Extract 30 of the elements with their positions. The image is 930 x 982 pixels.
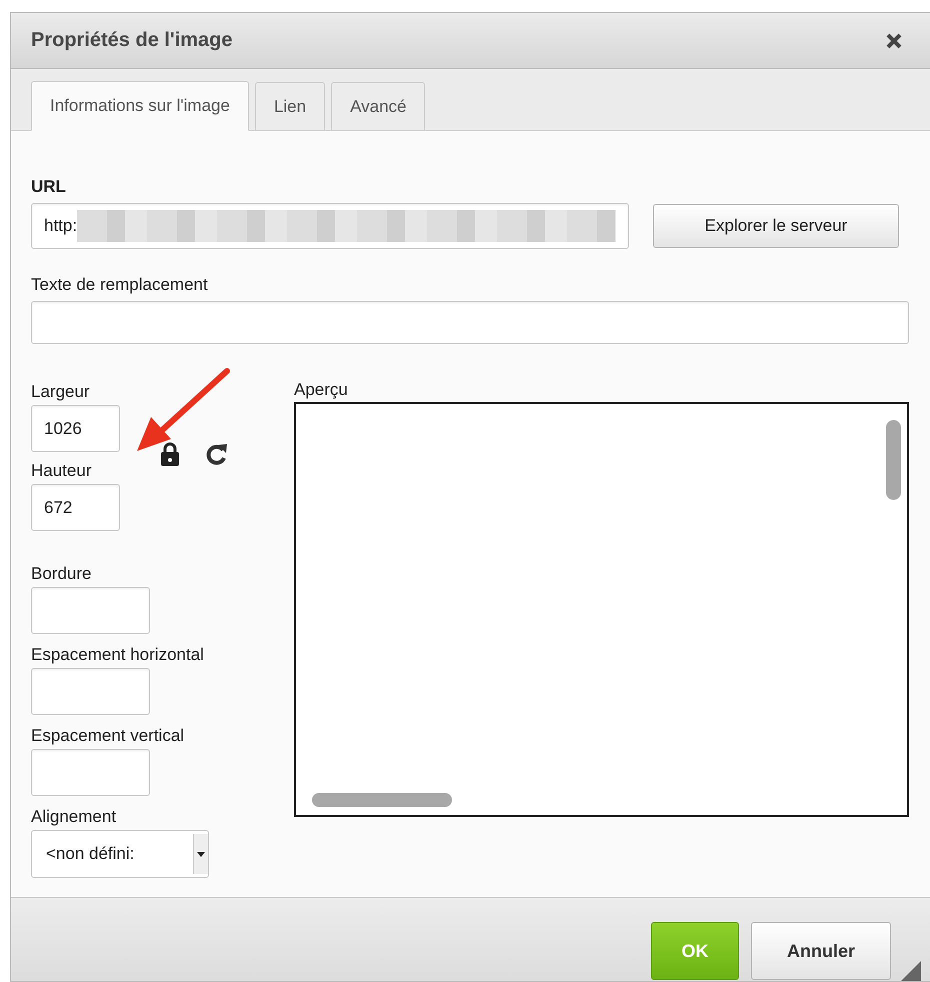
input-field[interactable]: 1026 bbox=[31, 405, 120, 452]
caret-icon[interactable] bbox=[193, 834, 208, 874]
input-field[interactable] bbox=[31, 749, 150, 796]
field-label: Texte de remplacement bbox=[31, 275, 209, 295]
preview-label: Aperçu bbox=[294, 380, 349, 400]
field-label: Espacement vertical bbox=[31, 726, 186, 746]
tab[interactable]: Avancé bbox=[331, 82, 426, 130]
scrollbar-thumb[interactable] bbox=[312, 793, 452, 807]
field-label: Hauteur bbox=[31, 461, 92, 481]
tab[interactable]: Lien bbox=[254, 82, 326, 130]
url-field[interactable]: http: bbox=[31, 203, 629, 249]
input-field[interactable]: 672 bbox=[31, 484, 120, 531]
field-label: Largeur bbox=[31, 382, 91, 402]
field-label: Alignement bbox=[31, 807, 118, 827]
field-label: Espacement horizontal bbox=[31, 645, 205, 665]
scrollbar-thumb[interactable] bbox=[886, 420, 901, 500]
dialog-title: Propriétés de l'image bbox=[31, 29, 232, 52]
field-label: URL bbox=[31, 177, 67, 197]
close-icon[interactable] bbox=[885, 32, 903, 50]
browse-button[interactable]: Explorer le serveur bbox=[653, 204, 899, 248]
cancel-button[interactable]: Annuler bbox=[751, 922, 891, 980]
tab[interactable]: Informations sur l'image bbox=[31, 81, 249, 131]
input-field[interactable] bbox=[31, 301, 909, 344]
field-label: Bordure bbox=[31, 564, 92, 584]
input-field[interactable] bbox=[31, 668, 150, 715]
input-field[interactable] bbox=[31, 587, 150, 634]
resize-grip-icon[interactable] bbox=[901, 961, 921, 981]
refresh-icon[interactable] bbox=[206, 442, 228, 466]
alignment-select[interactable]: <non défini: bbox=[31, 830, 209, 878]
lock-icon[interactable] bbox=[160, 442, 180, 466]
